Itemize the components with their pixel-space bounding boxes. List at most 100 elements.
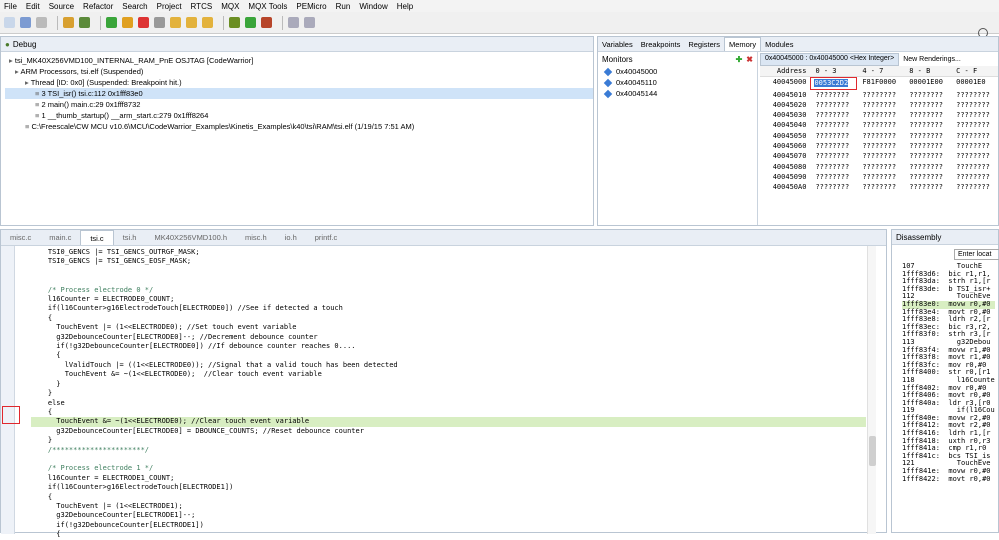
debug-tree-item[interactable]: ≡ 3 TSI_isr() tsi.c:112 0x1fff83e0 bbox=[5, 88, 593, 99]
memory-cell[interactable]: ???????? bbox=[857, 131, 904, 141]
memory-cell[interactable]: ???????? bbox=[904, 131, 951, 141]
memory-cell[interactable]: ???????? bbox=[904, 120, 951, 130]
memory-tab-memory[interactable]: Memory bbox=[724, 37, 762, 51]
menu-item-project[interactable]: Project bbox=[157, 2, 182, 11]
memory-cell[interactable]: ???????? bbox=[810, 172, 857, 182]
memory-cell[interactable]: ???????? bbox=[951, 100, 998, 110]
menu-item-rtcs[interactable]: RTCS bbox=[191, 2, 213, 11]
disassembly-title[interactable]: Disassembly bbox=[896, 233, 941, 242]
memory-cell[interactable]: ???????? bbox=[857, 100, 904, 110]
memory-cell[interactable]: 00001E00 bbox=[904, 77, 951, 89]
menu-item-file[interactable]: File bbox=[4, 2, 17, 11]
editor-tab-misc-h[interactable]: misc.h bbox=[236, 233, 276, 242]
enter-location-field[interactable]: Enter locat bbox=[954, 249, 999, 260]
memory-cell[interactable]: ???????? bbox=[810, 182, 857, 192]
memory-cell[interactable]: ???????? bbox=[857, 120, 904, 130]
step-into-icon[interactable] bbox=[170, 17, 181, 28]
editor-tab-printf-c[interactable]: printf.c bbox=[306, 233, 347, 242]
menu-item-help[interactable]: Help bbox=[397, 2, 413, 11]
external-tools-icon[interactable] bbox=[261, 17, 272, 28]
navigate-back-icon[interactable] bbox=[288, 17, 299, 28]
memory-cell[interactable]: ???????? bbox=[904, 162, 951, 172]
terminate-icon[interactable] bbox=[138, 17, 149, 28]
memory-cell[interactable]: ???????? bbox=[951, 90, 998, 100]
memory-cell[interactable]: 0053C2D2 bbox=[810, 77, 858, 90]
editor-tab-mk40x256vmd100-h[interactable]: MK40X256VMD100.h bbox=[145, 233, 236, 242]
monitor-item[interactable]: 0x40045144 bbox=[598, 88, 757, 99]
menu-item-pemicro[interactable]: PEMicro bbox=[296, 2, 326, 11]
menu-item-run[interactable]: Run bbox=[336, 2, 351, 11]
menu-item-search[interactable]: Search bbox=[122, 2, 147, 11]
memory-cell[interactable]: ???????? bbox=[904, 90, 951, 100]
debug-tree-item[interactable]: ≡ 1 __thumb_startup() __arm_start.c:279 … bbox=[5, 110, 593, 121]
menu-item-mqx-tools[interactable]: MQX Tools bbox=[248, 2, 287, 11]
memory-cell[interactable]: ???????? bbox=[904, 151, 951, 161]
memory-cell[interactable]: ???????? bbox=[904, 141, 951, 151]
step-return-icon[interactable] bbox=[202, 17, 213, 28]
memory-cell[interactable]: ???????? bbox=[810, 90, 857, 100]
memory-cell[interactable]: ???????? bbox=[951, 182, 998, 192]
scroll-thumb[interactable] bbox=[869, 436, 876, 466]
memory-cell[interactable]: ???????? bbox=[857, 182, 904, 192]
debug-tree-item[interactable]: ≡ C:\Freescale\CW MCU v10.6\MCU\CodeWarr… bbox=[5, 121, 593, 132]
new-icon[interactable] bbox=[4, 17, 15, 28]
memory-cell[interactable]: ???????? bbox=[857, 172, 904, 182]
disconnect-icon[interactable] bbox=[154, 17, 165, 28]
editor-tab-main-c[interactable]: main.c bbox=[40, 233, 80, 242]
memory-cell[interactable]: ???????? bbox=[951, 151, 998, 161]
memory-cell[interactable]: ???????? bbox=[904, 182, 951, 192]
run-icon[interactable] bbox=[245, 17, 256, 28]
editor-tab-misc-c[interactable]: misc.c bbox=[1, 233, 40, 242]
resume-icon[interactable] bbox=[106, 17, 117, 28]
debug-tree-item[interactable]: ▸ ARM Processors, tsi.elf (Suspended) bbox=[5, 66, 593, 77]
editor-scrollbar[interactable] bbox=[867, 246, 876, 534]
editor-tab-io-h[interactable]: io.h bbox=[276, 233, 306, 242]
memory-tab-registers[interactable]: Registers bbox=[684, 40, 724, 49]
memory-cell[interactable]: ???????? bbox=[951, 141, 998, 151]
menu-item-source[interactable]: Source bbox=[49, 2, 74, 11]
memory-cell[interactable]: ???????? bbox=[951, 120, 998, 130]
suspend-icon[interactable] bbox=[122, 17, 133, 28]
monitor-item[interactable]: 0x40045110 bbox=[598, 77, 757, 88]
memory-cell[interactable]: ???????? bbox=[810, 110, 857, 120]
memory-cell[interactable]: F81F0000 bbox=[857, 77, 904, 89]
save-icon[interactable] bbox=[20, 17, 31, 28]
memory-cell[interactable]: ???????? bbox=[857, 141, 904, 151]
debug-view-title[interactable]: Debug bbox=[13, 40, 37, 49]
rendering-tab[interactable]: 0x40045000 : 0x40045000 <Hex Integer> bbox=[760, 52, 900, 66]
debug-config-icon[interactable] bbox=[79, 17, 90, 28]
memory-cell[interactable]: ???????? bbox=[857, 162, 904, 172]
memory-tab-modules[interactable]: Modules bbox=[761, 40, 797, 49]
step-over-icon[interactable] bbox=[186, 17, 197, 28]
memory-cell[interactable]: ???????? bbox=[904, 172, 951, 182]
memory-cell[interactable]: ???????? bbox=[810, 151, 857, 161]
memory-cell[interactable]: ???????? bbox=[951, 131, 998, 141]
code-area[interactable]: TSI0_GENCS |= TSI_GENCS_OUTRGF_MASK; TSI… bbox=[31, 248, 866, 540]
menu-item-mqx[interactable]: MQX bbox=[221, 2, 239, 11]
navigate-forward-icon[interactable] bbox=[304, 17, 315, 28]
memory-cell[interactable]: ???????? bbox=[810, 100, 857, 110]
new-renderings-tab[interactable]: New Renderings... bbox=[899, 55, 965, 64]
editor-tab-tsi-h[interactable]: tsi.h bbox=[114, 233, 146, 242]
debug-tree-item[interactable]: ▸ tsi_MK40X256VMD100_INTERNAL_RAM_PnE OS… bbox=[5, 55, 593, 66]
debug-icon[interactable] bbox=[229, 17, 240, 28]
print-icon[interactable] bbox=[36, 17, 47, 28]
menu-item-edit[interactable]: Edit bbox=[26, 2, 40, 11]
memory-cell[interactable]: ???????? bbox=[857, 90, 904, 100]
memory-cell[interactable]: ???????? bbox=[951, 110, 998, 120]
memory-cell[interactable]: ???????? bbox=[857, 151, 904, 161]
memory-cell[interactable]: ???????? bbox=[810, 141, 857, 151]
memory-cell[interactable]: ???????? bbox=[810, 162, 857, 172]
add-monitor-icon[interactable]: ✚ bbox=[736, 55, 743, 64]
build-icon[interactable] bbox=[63, 17, 74, 28]
memory-cell[interactable]: ???????? bbox=[904, 100, 951, 110]
memory-tab-breakpoints[interactable]: Breakpoints bbox=[637, 40, 685, 49]
memory-cell[interactable]: ???????? bbox=[810, 120, 857, 130]
debug-tree-item[interactable]: ▸ Thread [ID: 0x0] (Suspended: Breakpoin… bbox=[5, 77, 593, 88]
memory-cell[interactable]: ???????? bbox=[857, 110, 904, 120]
memory-tab-variables[interactable]: Variables bbox=[598, 40, 637, 49]
editor-tab-tsi-c[interactable]: tsi.c bbox=[80, 230, 114, 245]
memory-cell[interactable]: ???????? bbox=[951, 172, 998, 182]
menu-item-refactor[interactable]: Refactor bbox=[83, 2, 113, 11]
remove-monitor-icon[interactable]: ✖ bbox=[746, 55, 753, 64]
